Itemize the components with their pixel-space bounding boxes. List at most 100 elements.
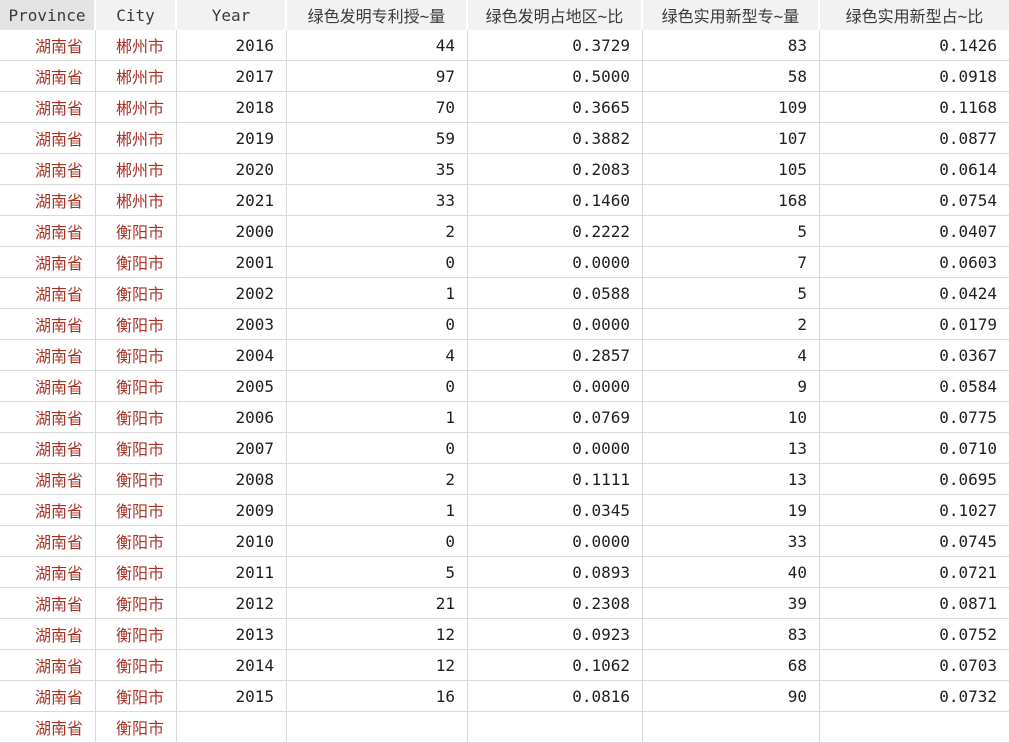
cell-year[interactable]: 2005 <box>177 371 287 401</box>
cell-green-invention-grants[interactable]: 1 <box>287 278 468 308</box>
cell-year[interactable]: 2008 <box>177 464 287 494</box>
cell-city[interactable]: 郴州市 <box>96 92 177 122</box>
cell-green-invention-share[interactable]: 0.2083 <box>468 154 643 184</box>
cell-year[interactable]: 2007 <box>177 433 287 463</box>
cell-green-utility-share[interactable]: 0.1168 <box>820 92 1009 122</box>
cell-green-utility-share[interactable]: 0.0871 <box>820 588 1009 618</box>
cell-city[interactable]: 郴州市 <box>96 61 177 91</box>
cell-green-invention-grants[interactable]: 0 <box>287 526 468 556</box>
cell-green-utility-grants[interactable]: 39 <box>643 588 820 618</box>
cell-green-invention-grants[interactable]: 0 <box>287 371 468 401</box>
cell-green-utility-grants[interactable]: 58 <box>643 61 820 91</box>
column-header-city[interactable]: City <box>96 0 177 30</box>
cell-province[interactable]: 湖南省 <box>0 402 96 432</box>
cell-city[interactable]: 衡阳市 <box>96 340 177 370</box>
cell-green-utility-share[interactable]: 0.0695 <box>820 464 1009 494</box>
cell-green-invention-share[interactable] <box>468 712 643 742</box>
cell-green-utility-grants[interactable]: 19 <box>643 495 820 525</box>
cell-green-utility-grants[interactable]: 68 <box>643 650 820 680</box>
cell-green-utility-grants[interactable]: 33 <box>643 526 820 556</box>
cell-green-utility-grants[interactable]: 9 <box>643 371 820 401</box>
cell-green-utility-share[interactable]: 0.0732 <box>820 681 1009 711</box>
cell-green-utility-share[interactable]: 0.0367 <box>820 340 1009 370</box>
column-header-green-invention-share[interactable]: 绿色发明占地区~比 <box>468 0 643 30</box>
cell-green-invention-grants[interactable]: 2 <box>287 464 468 494</box>
cell-green-invention-share[interactable]: 0.0000 <box>468 526 643 556</box>
cell-green-utility-share[interactable]: 0.0603 <box>820 247 1009 277</box>
column-header-year[interactable]: Year <box>177 0 287 30</box>
cell-green-invention-share[interactable]: 0.0000 <box>468 371 643 401</box>
cell-green-invention-share[interactable]: 0.0769 <box>468 402 643 432</box>
cell-green-utility-share[interactable]: 0.0614 <box>820 154 1009 184</box>
cell-province[interactable]: 湖南省 <box>0 619 96 649</box>
cell-province[interactable]: 湖南省 <box>0 278 96 308</box>
cell-city[interactable]: 衡阳市 <box>96 495 177 525</box>
cell-green-utility-share[interactable]: 0.0877 <box>820 123 1009 153</box>
cell-year[interactable]: 2009 <box>177 495 287 525</box>
cell-province[interactable]: 湖南省 <box>0 557 96 587</box>
cell-green-invention-grants[interactable]: 33 <box>287 185 468 215</box>
cell-province[interactable]: 湖南省 <box>0 123 96 153</box>
cell-green-invention-grants[interactable]: 12 <box>287 619 468 649</box>
cell-year[interactable]: 2015 <box>177 681 287 711</box>
cell-city[interactable]: 衡阳市 <box>96 433 177 463</box>
cell-green-invention-share[interactable]: 0.0816 <box>468 681 643 711</box>
cell-green-utility-share[interactable]: 0.0918 <box>820 61 1009 91</box>
cell-green-invention-share[interactable]: 0.0000 <box>468 433 643 463</box>
cell-green-invention-grants[interactable]: 4 <box>287 340 468 370</box>
cell-green-utility-share[interactable]: 0.0775 <box>820 402 1009 432</box>
cell-province[interactable]: 湖南省 <box>0 92 96 122</box>
cell-city[interactable]: 衡阳市 <box>96 650 177 680</box>
cell-year[interactable]: 2021 <box>177 185 287 215</box>
cell-year[interactable]: 2014 <box>177 650 287 680</box>
cell-green-utility-grants[interactable]: 83 <box>643 619 820 649</box>
cell-green-invention-grants[interactable]: 1 <box>287 495 468 525</box>
cell-green-utility-grants[interactable]: 105 <box>643 154 820 184</box>
cell-city[interactable]: 郴州市 <box>96 154 177 184</box>
cell-green-utility-grants[interactable]: 13 <box>643 464 820 494</box>
cell-province[interactable]: 湖南省 <box>0 185 96 215</box>
cell-year[interactable]: 2013 <box>177 619 287 649</box>
cell-province[interactable]: 湖南省 <box>0 61 96 91</box>
cell-city[interactable]: 衡阳市 <box>96 526 177 556</box>
cell-city[interactable]: 衡阳市 <box>96 278 177 308</box>
cell-province[interactable]: 湖南省 <box>0 309 96 339</box>
cell-city[interactable]: 郴州市 <box>96 123 177 153</box>
column-header-green-utility-share[interactable]: 绿色实用新型占~比 <box>820 0 1009 30</box>
cell-green-invention-share[interactable]: 0.3665 <box>468 92 643 122</box>
cell-green-invention-grants[interactable]: 97 <box>287 61 468 91</box>
cell-green-invention-share[interactable]: 0.3882 <box>468 123 643 153</box>
cell-year[interactable] <box>177 712 287 742</box>
cell-green-utility-grants[interactable]: 90 <box>643 681 820 711</box>
cell-green-utility-share[interactable]: 0.1027 <box>820 495 1009 525</box>
cell-year[interactable]: 2011 <box>177 557 287 587</box>
cell-green-utility-share[interactable]: 0.0745 <box>820 526 1009 556</box>
cell-green-invention-share[interactable]: 0.0923 <box>468 619 643 649</box>
cell-city[interactable]: 衡阳市 <box>96 712 177 742</box>
cell-year[interactable]: 2004 <box>177 340 287 370</box>
cell-province[interactable]: 湖南省 <box>0 30 96 60</box>
cell-green-utility-grants[interactable]: 5 <box>643 278 820 308</box>
cell-green-invention-grants[interactable]: 0 <box>287 247 468 277</box>
cell-green-utility-share[interactable]: 0.0752 <box>820 619 1009 649</box>
cell-city[interactable]: 衡阳市 <box>96 371 177 401</box>
cell-green-utility-grants[interactable]: 5 <box>643 216 820 246</box>
cell-city[interactable]: 衡阳市 <box>96 588 177 618</box>
cell-year[interactable]: 2002 <box>177 278 287 308</box>
cell-green-invention-grants[interactable]: 12 <box>287 650 468 680</box>
cell-green-utility-share[interactable]: 0.0584 <box>820 371 1009 401</box>
cell-province[interactable]: 湖南省 <box>0 588 96 618</box>
cell-green-invention-grants[interactable]: 70 <box>287 92 468 122</box>
cell-green-utility-share[interactable]: 0.0710 <box>820 433 1009 463</box>
cell-city[interactable]: 衡阳市 <box>96 681 177 711</box>
cell-green-invention-share[interactable]: 0.5000 <box>468 61 643 91</box>
cell-green-invention-share[interactable]: 0.0000 <box>468 247 643 277</box>
cell-province[interactable]: 湖南省 <box>0 371 96 401</box>
cell-city[interactable]: 衡阳市 <box>96 309 177 339</box>
cell-green-invention-grants[interactable]: 59 <box>287 123 468 153</box>
cell-green-invention-grants[interactable]: 21 <box>287 588 468 618</box>
cell-city[interactable]: 衡阳市 <box>96 247 177 277</box>
cell-green-invention-grants[interactable]: 0 <box>287 433 468 463</box>
cell-green-invention-share[interactable]: 0.0000 <box>468 309 643 339</box>
cell-green-invention-share[interactable]: 0.0345 <box>468 495 643 525</box>
